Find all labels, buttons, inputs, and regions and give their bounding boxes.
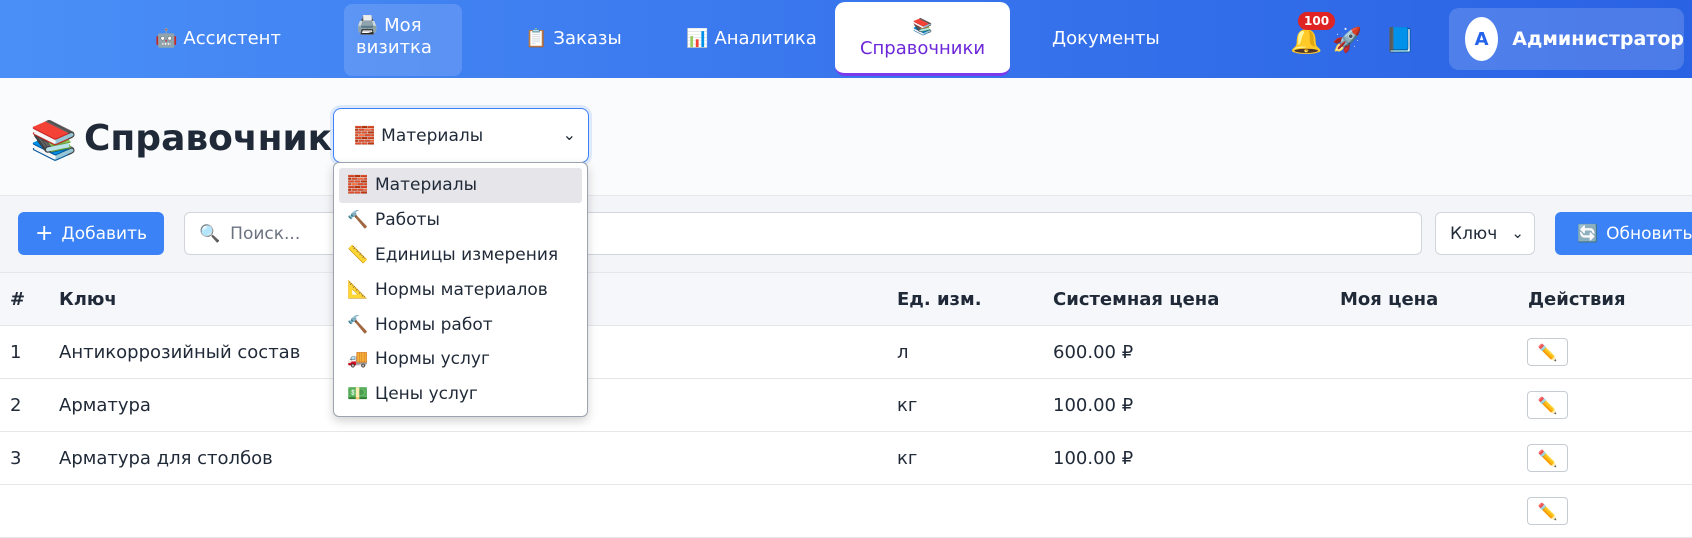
catalog-select[interactable]: 🧱 Материалы ⌄ [333, 108, 589, 163]
col-unit[interactable]: Ед. изм. [897, 289, 982, 310]
dropdown-option-work-norms[interactable]: 🔨 Нормы работ [339, 307, 582, 342]
dropdown-option-label: Материалы [375, 175, 477, 196]
nav-analytics-label: Аналитика [714, 28, 817, 49]
nav-documents[interactable]: Документы [1052, 28, 1160, 50]
dropdown-option-materials[interactable]: 🧱 Материалы [339, 168, 582, 203]
dropdown-option-service-prices[interactable]: 💵 Цены услуг [339, 377, 582, 412]
search-placeholder: Поиск... [230, 223, 301, 244]
sort-select[interactable]: Ключ ⌄ [1435, 212, 1535, 255]
refresh-icon: 🔄 [1577, 223, 1599, 244]
dropdown-option-works[interactable]: 🔨 Работы [339, 203, 582, 238]
table-row: 3 Арматура для столбов кг 100.00 ₽ ✏️ [0, 432, 1692, 485]
table-row: 1 Антикоррозийный состав л 600.00 ₽ ✏️ [0, 326, 1692, 379]
page-header: 📚 Справочники 🧱 Материалы ⌄ [0, 78, 1692, 196]
add-button[interactable]: + Добавить [18, 212, 164, 255]
printer-icon: 🖨️ [356, 15, 379, 36]
col-number: # [10, 289, 26, 310]
row-system-price: 100.00 ₽ [1053, 395, 1134, 416]
dropdown-option-label: Нормы материалов [375, 279, 548, 300]
nav-documents-label: Документы [1052, 28, 1160, 49]
chevron-down-icon: ⌄ [562, 125, 576, 144]
dropdown-option-material-norms[interactable]: 📐 Нормы материалов [339, 272, 582, 307]
bell-icon[interactable]: 🔔 [1290, 26, 1322, 56]
row-number: 3 [10, 448, 22, 469]
catalog-dropdown: 🧱 Материалы 🔨 Работы 📏 Единицы измерения… [333, 162, 588, 417]
pencil-icon: ✏️ [1537, 395, 1558, 415]
user-name: Администратор [1512, 28, 1684, 50]
nav-orders-label: Заказы [553, 28, 622, 49]
dropdown-option-label: Единицы измерения [375, 244, 559, 265]
nav-orders[interactable]: 📋 Заказы [525, 28, 622, 50]
chevron-down-icon: ⌄ [1511, 224, 1524, 242]
nav-assistant[interactable]: 🤖 Ассистент [155, 28, 281, 50]
nav-vizitka[interactable]: 🖨️ Моя визитка [356, 15, 456, 59]
pencil-icon: ✏️ [1537, 342, 1558, 362]
col-my-price[interactable]: Моя цена [1340, 289, 1438, 310]
hammer-icon: 🔨 [347, 210, 369, 231]
truck-icon: 🚚 [347, 349, 369, 370]
nav-catalogs-label: Справочники [859, 37, 986, 59]
row-key: Арматура для столбов [59, 448, 273, 469]
row-unit: кг [897, 395, 918, 416]
dropdown-option-label: Работы [375, 210, 440, 231]
edit-button[interactable]: ✏️ [1527, 391, 1568, 419]
col-actions: Действия [1528, 289, 1626, 310]
search-icon: 🔍 [199, 223, 221, 244]
table-row-partial: ✏️ [0, 485, 1692, 538]
dropdown-option-units[interactable]: 📏 Единицы измерения [339, 238, 582, 273]
books-icon: 📚 [30, 118, 78, 162]
rocket-icon[interactable]: 🚀 [1332, 26, 1362, 54]
ruler-icon: 📏 [347, 244, 369, 265]
pencil-icon: ✏️ [1537, 501, 1558, 521]
user-menu[interactable]: A Администратор [1449, 8, 1684, 70]
edit-button[interactable]: ✏️ [1527, 497, 1568, 525]
add-button-label: Добавить [61, 223, 147, 244]
row-system-price: 100.00 ₽ [1053, 448, 1134, 469]
clipboard-icon: 📋 [525, 28, 548, 49]
hammer-icon: 🔨 [347, 314, 369, 335]
refresh-button[interactable]: 🔄 Обновить [1555, 212, 1692, 255]
row-key: Антикоррозийный состав [59, 342, 301, 363]
dropdown-option-service-norms[interactable]: 🚚 Нормы услуг [339, 342, 582, 377]
catalog-table: # Ключ Ед. изм. Системная цена Моя цена … [0, 272, 1692, 538]
pencil-icon: ✏️ [1537, 448, 1558, 468]
brick-icon: 🧱 [354, 125, 376, 146]
notifications-badge: 100 [1298, 12, 1336, 30]
row-number: 2 [10, 395, 22, 416]
table-header: # Ключ Ед. изм. Системная цена Моя цена … [0, 272, 1692, 326]
col-key[interactable]: Ключ [59, 289, 117, 310]
bar-chart-icon: 📊 [686, 28, 709, 49]
edit-button[interactable]: ✏️ [1527, 444, 1568, 472]
catalog-select-value: Материалы [381, 125, 484, 146]
edit-button[interactable]: ✏️ [1527, 338, 1568, 366]
avatar: A [1465, 17, 1499, 61]
row-key: Арматура [59, 395, 151, 416]
table-row: 2 Арматура кг 100.00 ₽ ✏️ [0, 379, 1692, 432]
row-unit: кг [897, 448, 918, 469]
nav-assistant-label: Ассистент [183, 28, 281, 49]
nav-catalogs[interactable]: 📚 Справочники [835, 2, 1010, 76]
col-system-price[interactable]: Системная цена [1053, 289, 1219, 310]
brick-icon: 🧱 [347, 175, 369, 196]
row-number: 1 [10, 342, 22, 363]
plus-icon: + [34, 220, 54, 246]
toolbar: + Добавить 🔍 Поиск... Ключ ⌄ 🔄 Обновить [0, 196, 1692, 272]
page-title: Справочники [84, 118, 358, 159]
refresh-button-label: Обновить [1606, 223, 1692, 244]
row-unit: л [897, 342, 909, 363]
nav-analytics[interactable]: 📊 Аналитика [686, 28, 817, 50]
dropdown-option-label: Цены услуг [375, 384, 478, 405]
robot-icon: 🤖 [155, 28, 178, 49]
row-system-price: 600.00 ₽ [1053, 342, 1134, 363]
triangle-ruler-icon: 📐 [347, 279, 369, 300]
books-icon: 📚 [912, 16, 933, 36]
dropdown-option-label: Нормы услуг [375, 349, 490, 370]
top-navbar: 🤖 Ассистент 🖨️ Моя визитка 📋 Заказы 📊 Ан… [0, 0, 1692, 78]
dropdown-option-label: Нормы работ [375, 314, 493, 335]
book-icon[interactable]: 📘 [1385, 26, 1415, 54]
banknote-icon: 💵 [347, 384, 369, 405]
sort-select-value: Ключ [1450, 223, 1498, 244]
